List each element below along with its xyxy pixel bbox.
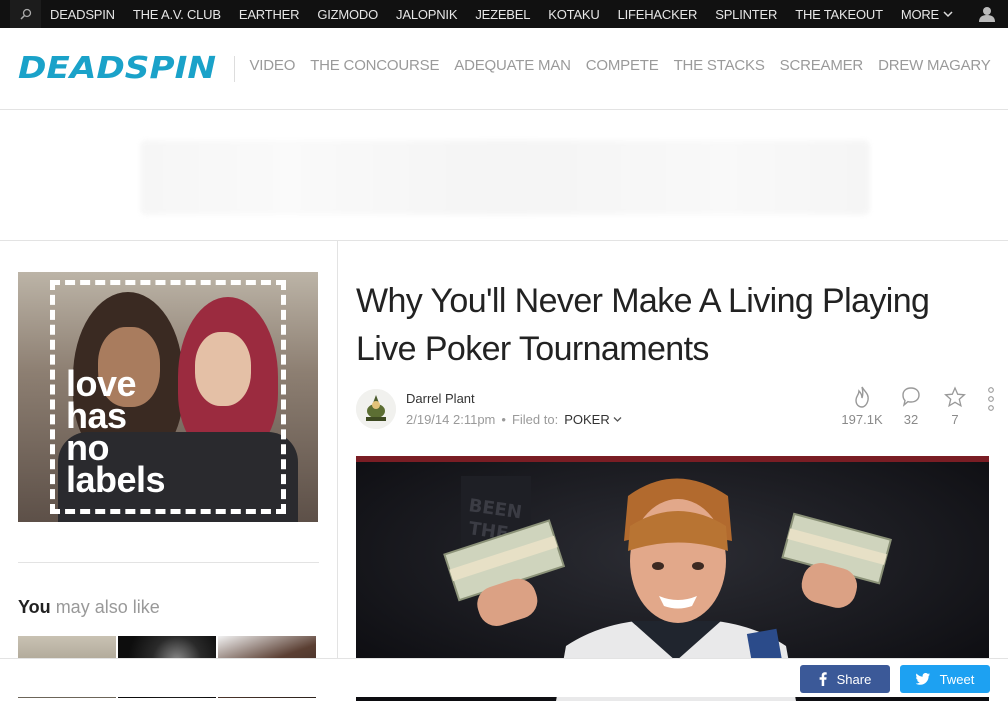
recommendations-heading: You may also like	[18, 597, 160, 618]
author-name[interactable]: Darrel Plant	[406, 391, 475, 406]
twitter-share-button[interactable]: Tweet	[900, 665, 990, 693]
twitter-share-label: Tweet	[939, 671, 975, 687]
promo-ad[interactable]: love has no labels	[18, 272, 318, 522]
flame-icon	[855, 386, 869, 408]
section-stacks[interactable]: THE STACKS	[666, 57, 772, 74]
search-icon	[19, 8, 31, 20]
search-button[interactable]	[10, 0, 41, 28]
network-more-menu[interactable]: MORE	[892, 7, 962, 22]
network-link-lifehacker[interactable]: LIFEHACKER	[609, 7, 707, 22]
article-headline[interactable]: Why You'll Never Make A Living Playing L…	[356, 277, 996, 373]
author-avatar[interactable]	[356, 389, 396, 429]
network-links: DEADSPIN THE A.V. CLUB EARTHER GIZMODO J…	[41, 0, 962, 28]
filed-tag-label: POKER	[564, 412, 610, 427]
network-bar: DEADSPIN THE A.V. CLUB EARTHER GIZMODO J…	[0, 0, 1008, 28]
star-icon	[944, 386, 966, 408]
network-link-kotaku[interactable]: KOTAKU	[539, 7, 608, 22]
site-header: DEADSPIN VIDEO THE CONCOURSE ADEQUATE MA…	[0, 28, 1008, 110]
section-drew-magary[interactable]: DREW MAGARY	[871, 57, 999, 74]
sidebar: love has no labels You may also like	[0, 241, 338, 698]
section-adequate-man[interactable]: ADEQUATE MAN	[447, 57, 579, 74]
views-stat: 197.1K	[841, 386, 883, 427]
deadspin-logo[interactable]: DEADSPIN	[18, 52, 218, 82]
article-stats: 197.1K 32 7	[841, 386, 996, 427]
views-count: 197.1K	[841, 412, 883, 427]
logo-divider	[234, 56, 235, 82]
twitter-icon	[915, 673, 930, 685]
svg-text:DEADSPIN: DEADSPIN	[18, 52, 216, 82]
stars-count: 7	[951, 412, 959, 427]
section-compete[interactable]: COMPETE	[578, 57, 666, 74]
network-link-deadspin[interactable]: DEADSPIN	[41, 7, 124, 22]
dateline-separator: •	[501, 412, 506, 427]
more-label: MORE	[900, 6, 940, 22]
more-options-button[interactable]	[986, 386, 996, 414]
comments-count: 32	[903, 412, 919, 427]
network-link-avclub[interactable]: THE A.V. CLUB	[124, 7, 230, 22]
article-meta: Darrel Plant 2/19/14 2:11pm • Filed to: …	[356, 386, 996, 436]
ad-placeholder	[140, 140, 870, 215]
comments-stat[interactable]: 32	[898, 386, 924, 427]
filed-tag[interactable]: POKER	[564, 412, 622, 427]
network-link-gizmodo[interactable]: GIZMODO	[308, 7, 387, 22]
promo-caption: love has no labels	[66, 366, 166, 500]
network-link-jezebel[interactable]: JEZEBEL	[466, 7, 539, 22]
comment-icon	[902, 387, 920, 407]
more-vertical-icon	[988, 387, 994, 411]
dateline: 2/19/14 2:11pm • Filed to: POKER	[406, 412, 622, 427]
promo-caption-line: labels	[66, 459, 166, 500]
section-concourse[interactable]: THE CONCOURSE	[303, 57, 447, 74]
chevron-down-icon	[613, 417, 622, 422]
network-link-earther[interactable]: EARTHER	[230, 7, 308, 22]
recommendations-heading-rest: may also like	[55, 597, 160, 617]
network-link-jalopnik[interactable]: JALOPNIK	[387, 7, 466, 22]
network-link-splinter[interactable]: SPLINTER	[706, 7, 786, 22]
stars-stat[interactable]: 7	[942, 386, 968, 427]
section-nav: VIDEO THE CONCOURSE ADEQUATE MAN COMPETE…	[242, 57, 998, 74]
section-screamer[interactable]: SCREAMER	[772, 57, 870, 74]
section-video[interactable]: VIDEO	[242, 57, 303, 74]
ad-banner	[0, 110, 1008, 241]
sidebar-divider	[18, 562, 319, 563]
facebook-icon	[819, 672, 827, 686]
filed-label: Filed to:	[511, 412, 559, 427]
recommendations-heading-bold: You	[18, 597, 51, 617]
publish-date[interactable]: 2/19/14 2:11pm	[406, 412, 495, 427]
network-link-takeout[interactable]: THE TAKEOUT	[786, 7, 892, 22]
share-bar: Share Tweet	[0, 658, 1008, 697]
facebook-share-button[interactable]: Share	[800, 665, 890, 693]
chevron-down-icon	[943, 11, 953, 18]
facebook-share-label: Share	[836, 671, 872, 687]
avatar-image	[356, 389, 396, 429]
user-icon[interactable]	[978, 5, 996, 23]
